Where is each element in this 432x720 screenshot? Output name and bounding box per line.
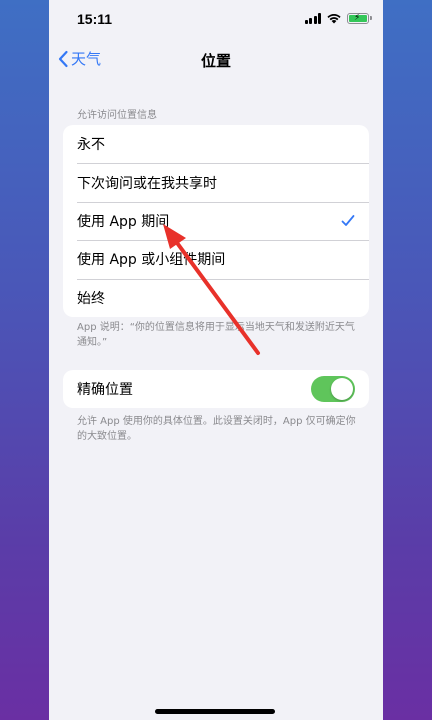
checkmark-icon (341, 214, 355, 226)
option-never[interactable]: 永不 (63, 125, 369, 163)
status-icons: ⚡ (304, 12, 372, 24)
home-indicator (155, 709, 275, 714)
precise-location-label: 精确位置 (77, 382, 133, 398)
page-title: 位置 (200, 52, 231, 70)
charging-bolt-icon: ⚡ (354, 12, 361, 23)
option-label: 使用 App 或小组件期间 (77, 252, 226, 269)
status-bar: 15:11 ⚡ (49, 0, 383, 40)
navigation-bar: 天气 位置 (49, 42, 383, 78)
precise-location-row: 精确位置 (63, 370, 369, 408)
option-label: 永不 (77, 137, 105, 154)
precise-location-group: 精确位置 (63, 370, 369, 408)
location-access-options: 永不 下次询问或在我共享时 使用 App 期间 使用 App 或小组件期间 始终 (63, 125, 369, 317)
toggle-knob (331, 378, 353, 400)
option-label: 始终 (77, 290, 105, 307)
option-label: 使用 App 期间 (77, 213, 170, 230)
status-time: 15:11 (77, 11, 113, 27)
option-while-using-app-or-widgets[interactable]: 使用 App 或小组件期间 (63, 240, 369, 278)
option-ask-next-time[interactable]: 下次询问或在我共享时 (63, 163, 369, 201)
battery-icon: ⚡ (347, 12, 372, 24)
phone-screen: 15:11 ⚡ 天气 位置 允许访问位置信息 永不 下次询问或在我共享时 使用 … (49, 0, 383, 720)
precise-location-toggle[interactable] (311, 376, 355, 402)
app-explanation-footnote: App 说明：“你的位置信息将用于显示当地天气和发送附近天气通知。” (77, 322, 355, 348)
precise-location-footnote: 允许 App 使用你的具体位置。此设置关闭时，App 仅可确定你的大致位置。 (77, 416, 356, 442)
cellular-signal-icon (304, 12, 321, 24)
option-label: 下次询问或在我共享时 (77, 175, 217, 192)
wifi-icon (327, 14, 341, 24)
option-always[interactable]: 始终 (63, 278, 369, 317)
option-while-using-app[interactable]: 使用 App 期间 (63, 201, 369, 240)
section-header-location-access: 允许访问位置信息 (77, 110, 157, 121)
